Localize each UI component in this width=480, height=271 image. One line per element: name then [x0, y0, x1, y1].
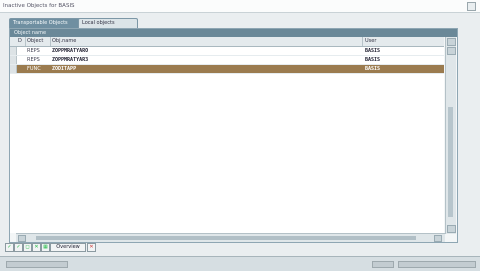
cell-user: BASIS — [365, 48, 381, 54]
cell-object-name: ZODITAPP — [52, 66, 77, 72]
cancel-icon[interactable]: ✕ — [87, 243, 96, 252]
cell-object-name: ZOPPMRATYARO — [52, 48, 89, 54]
table-row[interactable]: REPS ZOPPMRATYARO BASIS — [10, 47, 444, 56]
cell-object-name: ZOPPMRATYAR3 — [52, 57, 89, 63]
scroll-right-icon[interactable] — [434, 235, 442, 242]
cell-user: BASIS — [365, 57, 381, 63]
col-header-name[interactable]: Obj.name — [52, 38, 76, 44]
cell-object: FUNC — [27, 66, 41, 72]
grid-title-bar: Object name — [10, 29, 457, 37]
column-settings-icon[interactable] — [447, 38, 456, 46]
cell-user: BASIS — [365, 66, 381, 72]
check-icon[interactable]: ✓ — [5, 243, 14, 252]
activate-icon[interactable]: ✓ — [14, 243, 23, 252]
cell-object: REPS — [27, 48, 40, 54]
row-selector[interactable] — [10, 47, 17, 55]
objects-panel: Object name D Object Obj.name User REPS … — [9, 28, 458, 243]
scroll-left-icon[interactable] — [18, 235, 26, 242]
col-header-sel[interactable]: D — [18, 38, 22, 44]
scroll-thumb[interactable] — [36, 236, 416, 240]
column-headers: D Object Obj.name User — [10, 37, 444, 47]
vertical-scrollbar[interactable] — [445, 37, 456, 234]
row-selector[interactable] — [10, 65, 17, 73]
scroll-thumb[interactable] — [448, 107, 453, 217]
row-selector[interactable] — [10, 56, 17, 64]
status-system — [372, 261, 394, 268]
grid-title: Object name — [14, 30, 47, 36]
tab-local-objects[interactable]: Local objects — [78, 18, 138, 28]
bottom-toolbar: ✓ ✓ ◻ ✕ ▦ Overview ✕ — [5, 243, 475, 253]
status-server — [398, 261, 476, 268]
close-icon[interactable] — [467, 2, 476, 11]
delete-icon[interactable]: ✕ — [32, 243, 41, 252]
col-header-user[interactable]: User — [365, 38, 376, 44]
cell-object: REPS — [27, 57, 40, 63]
scroll-up-icon[interactable] — [447, 47, 456, 55]
table-row[interactable]: REPS ZOPPMRATYAR3 BASIS — [10, 56, 444, 65]
column-divider — [25, 37, 26, 46]
column-divider — [362, 37, 363, 46]
column-divider — [50, 37, 51, 46]
window-titlebar: Inactive Objects for BASIS — [0, 0, 480, 13]
overview-button[interactable]: Overview — [50, 243, 86, 252]
status-bar — [0, 256, 480, 271]
scroll-down-icon[interactable] — [447, 225, 456, 233]
tab-transportable-objects[interactable]: Transportable Objects — [9, 18, 82, 28]
horizontal-scrollbar[interactable] — [16, 233, 445, 242]
status-field — [6, 261, 68, 268]
window-title: Inactive Objects for BASIS — [3, 3, 75, 9]
table-row-selected[interactable]: FUNC ZODITAPP BASIS — [10, 65, 444, 74]
grid-body: REPS ZOPPMRATYARO BASIS REPS ZOPPMRATYAR… — [10, 47, 444, 233]
display-icon[interactable]: ◻ — [23, 243, 32, 252]
col-header-object[interactable]: Object — [27, 38, 43, 44]
select-all-icon[interactable]: ▦ — [41, 243, 50, 252]
